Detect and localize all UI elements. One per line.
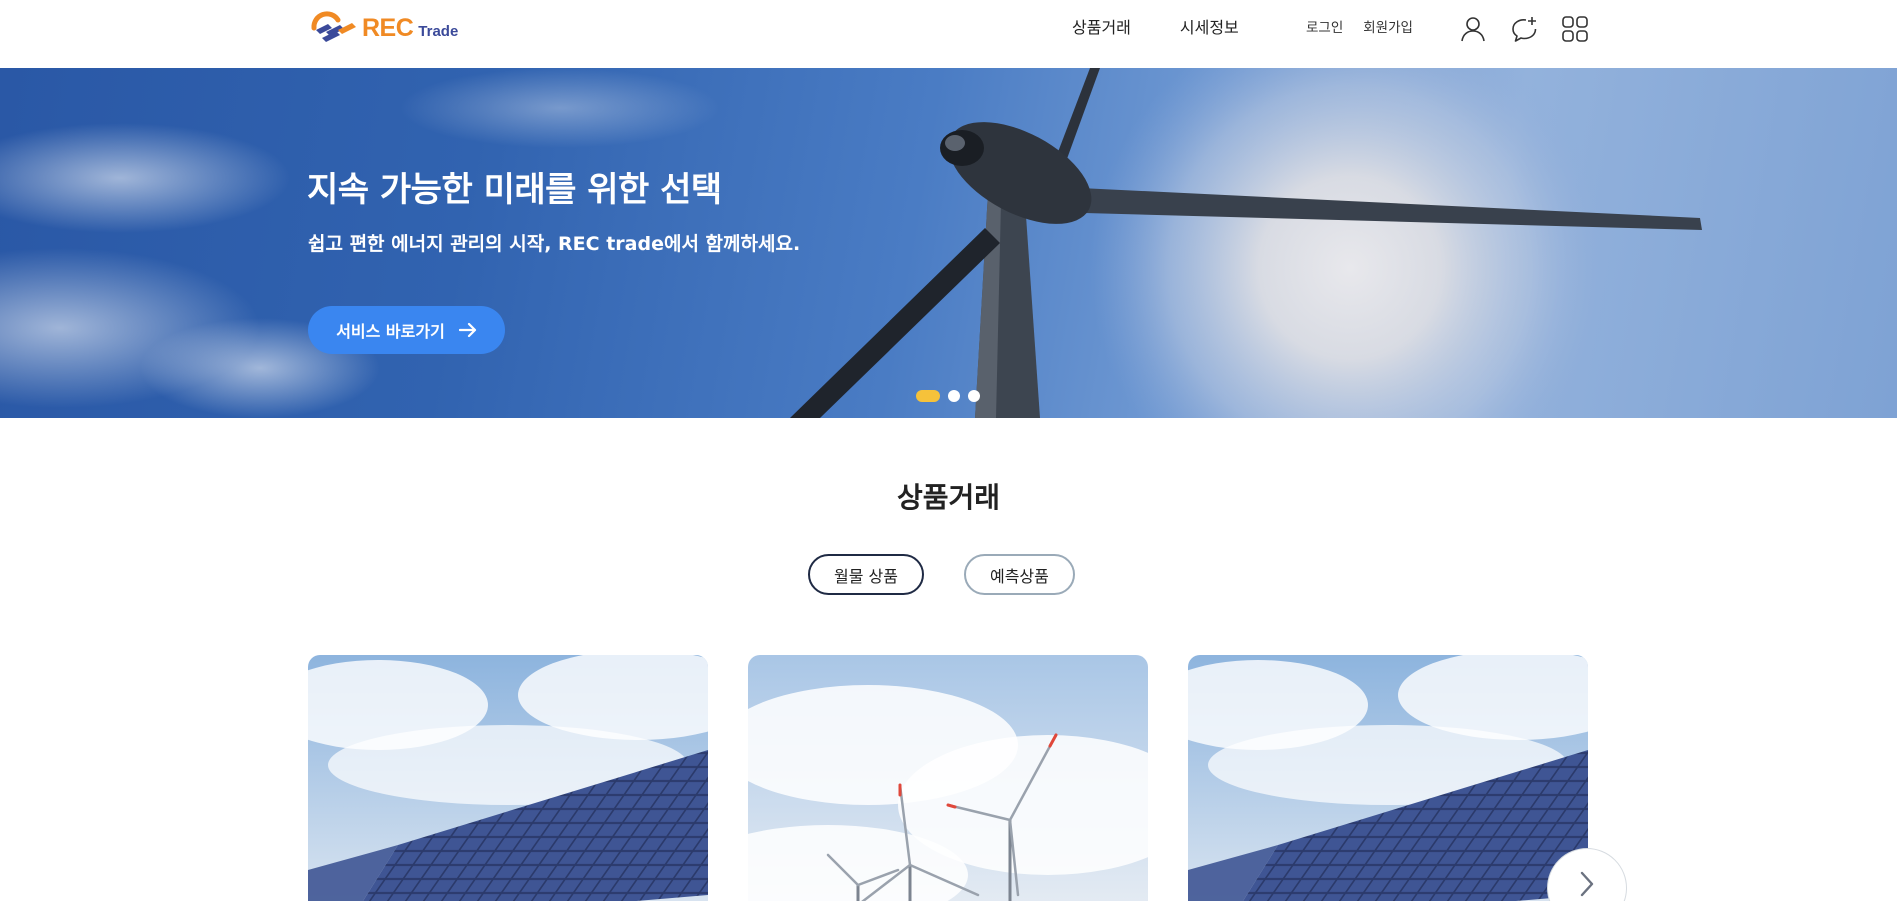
logo-rec-text: REC [362, 13, 414, 42]
tab-monthly-products[interactable]: 월물 상품 [808, 554, 924, 595]
section-title: 상품거래 [896, 481, 1001, 514]
login-link[interactable]: 로그인 [1306, 16, 1343, 40]
solar-panel-image [1188, 655, 1588, 901]
site-header: REC Trade 상품거래 시세정보 로그인 회원가입 [0, 0, 1897, 68]
product-tabs: 월물 상품 예측상품 [808, 554, 1075, 595]
carousel-dot[interactable] [916, 390, 940, 402]
main-nav: 상품거래 시세정보 [1072, 16, 1239, 40]
product-card[interactable] [748, 655, 1148, 901]
solar-panel-image [308, 655, 708, 901]
hero-title: 지속 가능한 미래를 위한 선택 [307, 170, 722, 210]
header-icon-group [1459, 14, 1589, 44]
logo-mark-icon [311, 11, 356, 42]
nav-item-product-trading[interactable]: 상품거래 [1072, 16, 1131, 40]
arrow-right-icon [458, 322, 476, 338]
service-shortcut-label: 서비스 바로가기 [336, 322, 445, 341]
hero-banner: 지속 가능한 미래를 위한 선택 쉽고 편한 에너지 관리의 시작, REC t… [0, 68, 1897, 418]
logo-trade-text: Trade [418, 22, 459, 40]
chevron-right-icon [1580, 871, 1594, 897]
tab-forecast-products[interactable]: 예측상품 [963, 554, 1075, 595]
carousel-dot[interactable] [948, 390, 960, 402]
auth-nav: 로그인 회원가입 [1306, 16, 1413, 40]
product-card[interactable] [308, 655, 708, 901]
service-shortcut-button[interactable]: 서비스 바로가기 [308, 306, 505, 354]
signup-link[interactable]: 회원가입 [1363, 16, 1413, 40]
product-card[interactable] [1188, 655, 1588, 901]
wind-turbine-image [0, 68, 1702, 418]
logo[interactable]: REC Trade [308, 8, 458, 48]
carousel-indicators [916, 390, 980, 402]
user-icon[interactable] [1459, 14, 1487, 44]
carousel-dot[interactable] [968, 390, 980, 402]
grid-menu-icon[interactable] [1561, 14, 1589, 44]
nav-item-market-info[interactable]: 시세정보 [1180, 16, 1239, 40]
chat-plus-icon[interactable] [1510, 14, 1538, 44]
hero-subtitle: 쉽고 편한 에너지 관리의 시작, REC trade에서 함께하세요. [308, 233, 801, 255]
wind-turbine-image [748, 655, 1148, 901]
